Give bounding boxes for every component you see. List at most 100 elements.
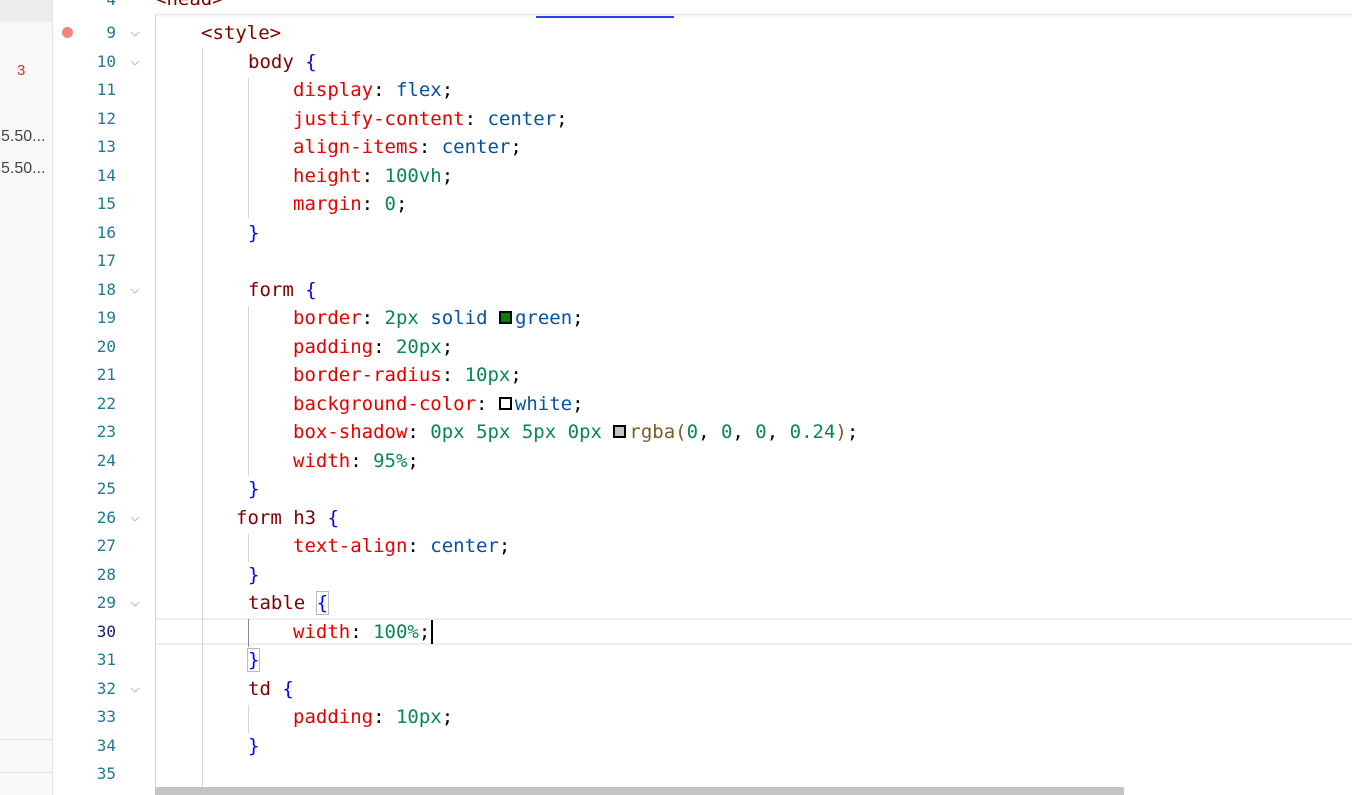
- code-line-12[interactable]: justify-content: center;: [293, 108, 568, 130]
- fold-chevron-icon[interactable]: [130, 286, 140, 296]
- line-number: 20: [96, 337, 116, 356]
- fold-chevron-icon[interactable]: [130, 58, 140, 68]
- panel-item-1[interactable]: 5.50...: [1, 128, 45, 146]
- code-token: center: [487, 108, 557, 130]
- line-number: 31: [96, 650, 116, 669]
- code-token: ,: [732, 421, 756, 443]
- code-token: padding: [293, 336, 374, 358]
- code-token: ;: [498, 535, 511, 557]
- code-line-24[interactable]: width: 95%;: [293, 450, 419, 472]
- code-token: :: [350, 450, 374, 472]
- breakpoint-icon[interactable]: [62, 27, 73, 38]
- code-line-14[interactable]: height: 100vh;: [293, 165, 453, 187]
- code-token: margin: [293, 193, 362, 215]
- code-token: ;: [395, 193, 408, 215]
- code-token: 5px: [521, 421, 557, 443]
- code-token: ;: [407, 450, 419, 472]
- fold-chevron-icon[interactable]: [130, 514, 140, 524]
- code-line-30[interactable]: width: 100%;: [293, 621, 430, 643]
- color-swatch-icon[interactable]: [498, 311, 512, 324]
- code-token: ;: [572, 307, 584, 329]
- code-token: ;: [510, 364, 522, 386]
- code-line-29[interactable]: table {: [248, 591, 330, 615]
- code-line-22[interactable]: background-color: white;: [293, 393, 584, 415]
- code-token: ;: [846, 421, 859, 443]
- code-token: align-items: [293, 136, 419, 158]
- code-line-9[interactable]: <style>: [201, 22, 281, 44]
- code-token: width: [293, 621, 351, 643]
- code-line-25[interactable]: }: [248, 478, 259, 500]
- code-token: 5px: [476, 421, 511, 443]
- line-number: 11: [96, 80, 116, 99]
- code-line-23[interactable]: box-shadow: 0px 5px 5px 0px rgba(0, 0, 0…: [293, 421, 858, 443]
- fold-chevron-icon[interactable]: [130, 685, 140, 695]
- line-number-active: 30: [96, 622, 116, 641]
- code-token: <head>: [155, 0, 224, 10]
- code-token: ;: [418, 621, 431, 643]
- code-line-15[interactable]: margin: 0;: [293, 193, 407, 215]
- code-token: border-radius: [293, 364, 442, 386]
- indent-guide: [155, 15, 156, 795]
- code-token: 100vh: [384, 165, 442, 187]
- code-line-4[interactable]: <head>: [155, 0, 224, 10]
- code-line-33[interactable]: padding: 10px;: [293, 706, 453, 728]
- code-line-27[interactable]: text-align: center;: [293, 535, 510, 557]
- code-line-19[interactable]: border: 2px solid green;: [293, 307, 584, 329]
- code-line-31[interactable]: }: [246, 648, 261, 672]
- problems-count-badge: 3: [17, 62, 26, 79]
- line-number: 16: [96, 223, 116, 242]
- code-token: width: [293, 450, 351, 472]
- color-swatch-icon[interactable]: [613, 425, 627, 438]
- code-token: border: [293, 307, 362, 329]
- line-number: 32: [96, 679, 116, 698]
- code-line-26[interactable]: form h3 {: [236, 507, 339, 529]
- code-line-18[interactable]: form {: [248, 279, 317, 301]
- code-line-16[interactable]: }: [248, 222, 259, 244]
- code-token: form: [248, 279, 294, 301]
- code-token: 0.24: [789, 421, 836, 443]
- code-token: :: [464, 108, 488, 130]
- code-token: center: [441, 136, 511, 158]
- line-number: 4: [80, 0, 116, 10]
- code-line-21[interactable]: border-radius: 10px;: [293, 364, 522, 386]
- indent-guide: [248, 705, 249, 733]
- panel-item-2[interactable]: 5.50...: [1, 160, 45, 178]
- code-token: {: [282, 678, 294, 700]
- link-underline: [536, 16, 674, 18]
- code-token: <style>: [201, 22, 282, 44]
- color-swatch-icon[interactable]: [498, 397, 512, 410]
- code-token: body: [248, 51, 294, 73]
- line-number: 13: [96, 137, 116, 156]
- code-token: green: [514, 307, 573, 329]
- code-token: ;: [441, 706, 454, 728]
- code-token: box-shadow: [293, 421, 408, 443]
- code-token: table: [248, 592, 306, 614]
- fold-chevron-icon[interactable]: [130, 599, 140, 609]
- code-line-10[interactable]: body {: [248, 51, 317, 73]
- line-number: 25: [96, 479, 116, 498]
- line-number: 33: [96, 707, 116, 726]
- code-line-32[interactable]: td {: [248, 678, 294, 700]
- code-line-13[interactable]: align-items: center;: [293, 136, 522, 158]
- code-line-34[interactable]: }: [248, 735, 259, 757]
- fold-chevron-icon[interactable]: [130, 29, 140, 39]
- code-line-28[interactable]: }: [248, 564, 259, 586]
- line-number: 10: [96, 52, 116, 71]
- left-panel: 3 5.50... 5.50...: [0, 0, 53, 795]
- line-number: 34: [96, 736, 116, 755]
- code-token: 0px: [567, 421, 602, 443]
- code-token: 2px: [384, 307, 419, 329]
- code-line-11[interactable]: display: flex;: [293, 79, 453, 101]
- code-token: text-align: [293, 535, 408, 557]
- code-token: :: [407, 535, 431, 557]
- line-number: 17: [96, 251, 116, 270]
- code-line-20[interactable]: padding: 20px;: [293, 336, 453, 358]
- code-token: ;: [441, 336, 454, 358]
- code-token: background-color: [293, 393, 477, 415]
- line-number: 12: [96, 109, 116, 128]
- indent-guide: [248, 534, 249, 562]
- code-token: 95%: [373, 450, 408, 472]
- sticky-scroll-shadow: [155, 14, 1352, 15]
- code-token: flex: [395, 79, 442, 101]
- horizontal-scrollbar[interactable]: [155, 787, 1124, 795]
